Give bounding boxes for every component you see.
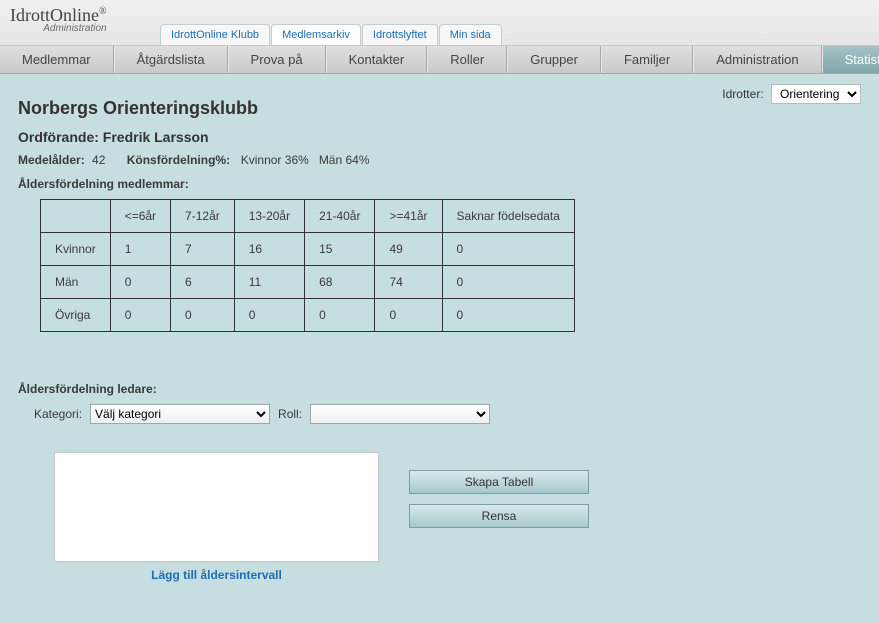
age-table-corner <box>41 200 111 233</box>
content: Idrotter: Orientering Norbergs Orienteri… <box>0 74 879 590</box>
age-table-cell-2-2: 0 <box>234 299 304 332</box>
module-tab-3[interactable]: Min sida <box>439 24 502 45</box>
table-row: Kvinnor171615490 <box>41 233 575 266</box>
age-table-cell-0-0: 1 <box>110 233 170 266</box>
gender-pct-kvinnor-value: 36% <box>285 153 309 167</box>
age-table-cell-1-1: 6 <box>171 266 235 299</box>
add-age-interval-link[interactable]: Lägg till åldersintervall <box>54 568 379 582</box>
idrotter-label: Idrotter: <box>722 87 763 101</box>
avg-age-label: Medelålder: <box>18 153 85 167</box>
avg-age-value: 42 <box>92 153 105 167</box>
nav-item-medlemmar[interactable]: Medlemmar <box>0 46 114 73</box>
module-tab-1[interactable]: Medlemsarkiv <box>271 24 361 45</box>
age-interval-box[interactable] <box>54 452 379 562</box>
button-column: Skapa Tabell Rensa <box>409 470 589 528</box>
age-table-cell-1-0: 0 <box>110 266 170 299</box>
age-table-cell-0-1: 7 <box>171 233 235 266</box>
roll-select[interactable] <box>310 404 490 424</box>
bottom-area: Skapa Tabell Rensa <box>18 452 861 562</box>
age-table-cell-0-3: 15 <box>305 233 375 266</box>
module-tab-2[interactable]: Idrottslyftet <box>362 24 438 45</box>
idrotter-picker: Idrotter: Orientering <box>722 84 861 104</box>
age-table-row-label-0: Kvinnor <box>41 233 111 266</box>
logo-text: IdrottOnline <box>10 5 99 25</box>
age-table-title: Åldersfördelning medlemmar: <box>18 177 861 191</box>
nav-item-kontakter[interactable]: Kontakter <box>326 46 428 73</box>
age-table-row-label-1: Män <box>41 266 111 299</box>
kategori-label: Kategori: <box>34 407 82 421</box>
nav-item-grupper[interactable]: Grupper <box>507 46 601 73</box>
module-tabs: IdrottOnline KlubbMedlemsarkivIdrottslyf… <box>160 24 502 45</box>
age-table-cell-2-4: 0 <box>375 299 442 332</box>
logo-reg: ® <box>99 6 107 17</box>
table-row: Övriga000000 <box>41 299 575 332</box>
age-table-cell-1-4: 74 <box>375 266 442 299</box>
nav-row: MedlemmarÅtgärdslistaProva påKontakterRo… <box>0 46 879 74</box>
ordforande-label: Ordförande: <box>18 129 99 145</box>
age-table-cell-0-5: 0 <box>442 233 574 266</box>
kategori-select[interactable]: Välj kategori <box>90 404 270 424</box>
age-table-col-3: 21-40år <box>305 200 375 233</box>
leaders-controls: Kategori: Välj kategori Roll: <box>18 404 861 424</box>
age-table-cell-1-2: 11 <box>234 266 304 299</box>
age-table-cell-2-1: 0 <box>171 299 235 332</box>
rensa-button[interactable]: Rensa <box>409 504 589 528</box>
age-table-cell-1-3: 68 <box>305 266 375 299</box>
age-table: <=6år7-12år13-20år21-40år>=41årSaknar fö… <box>40 199 575 332</box>
logo: IdrottOnline® Administration <box>10 6 107 34</box>
gender-pct-man-value: 64% <box>346 153 370 167</box>
age-table-cell-0-2: 16 <box>234 233 304 266</box>
stats-line: Medelålder: 42 Könsfördelning%: Kvinnor … <box>18 153 861 167</box>
nav-item-administration[interactable]: Administration <box>693 46 821 73</box>
gender-pct-man-label: Män <box>319 153 342 167</box>
age-table-row-label-2: Övriga <box>41 299 111 332</box>
age-table-col-4: >=41år <box>375 200 442 233</box>
leaders-block: Åldersfördelning ledare: Kategori: Välj … <box>18 382 861 424</box>
nav-item-åtgärdslista[interactable]: Åtgärdslista <box>114 46 228 73</box>
age-table-cell-1-5: 0 <box>442 266 574 299</box>
table-row: Män061168740 <box>41 266 575 299</box>
logo-sub: Administration <box>10 24 107 34</box>
roll-label: Roll: <box>278 407 302 421</box>
skapa-tabell-button[interactable]: Skapa Tabell <box>409 470 589 494</box>
gender-pct-label: Könsfördelning%: <box>127 153 230 167</box>
age-table-cell-2-5: 0 <box>442 299 574 332</box>
ordforande: Ordförande: Fredrik Larsson <box>18 129 861 145</box>
age-table-cell-2-3: 0 <box>305 299 375 332</box>
gender-pct-kvinnor-label: Kvinnor <box>241 153 282 167</box>
module-tab-0[interactable]: IdrottOnline Klubb <box>160 24 270 45</box>
age-table-col-2: 13-20år <box>234 200 304 233</box>
idrotter-select[interactable]: Orientering <box>771 84 861 104</box>
age-table-col-0: <=6år <box>110 200 170 233</box>
top-bar: IdrottOnline® Administration IdrottOnlin… <box>0 0 879 46</box>
nav-item-roller[interactable]: Roller <box>427 46 507 73</box>
age-table-col-5: Saknar födelsedata <box>442 200 574 233</box>
age-table-cell-2-0: 0 <box>110 299 170 332</box>
nav-item-prova på[interactable]: Prova på <box>228 46 326 73</box>
nav-item-familjer[interactable]: Familjer <box>601 46 693 73</box>
leaders-title: Åldersfördelning ledare: <box>18 382 861 396</box>
age-table-cell-0-4: 49 <box>375 233 442 266</box>
ordforande-name: Fredrik Larsson <box>103 129 209 145</box>
age-table-col-1: 7-12år <box>171 200 235 233</box>
nav-item-statistik[interactable]: Statistik <box>822 46 879 73</box>
